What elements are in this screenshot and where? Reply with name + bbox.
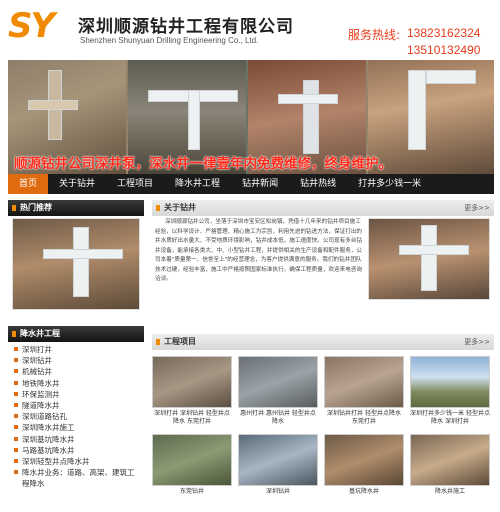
project-card[interactable]: 惠州打井 惠州钻井 轻型井点降水 (238, 356, 318, 426)
nav-price[interactable]: 打井多少钱一米 (347, 174, 432, 194)
categories-title: 降水井工程 (20, 329, 60, 338)
project-caption[interactable]: 深圳钻井打井 轻型井点降水 东莞打井 (324, 410, 404, 426)
project-image[interactable] (324, 356, 404, 408)
hot-recommend-title: 热门推荐 (20, 203, 52, 212)
category-item[interactable]: 深圳轻型井点降水井 (12, 456, 140, 467)
category-item[interactable]: 降水井业务：道路、高架、建筑工程降水 (12, 467, 140, 489)
category-item[interactable]: 深圳降水井施工 (12, 422, 140, 433)
hotline-number-2: 13510132490 (407, 43, 481, 57)
category-item[interactable]: 马路基坑降水井 (12, 445, 140, 456)
project-card[interactable]: 深圳钻井 (238, 434, 318, 496)
nav-hotline[interactable]: 钻井热线 (289, 174, 347, 194)
project-image[interactable] (238, 434, 318, 486)
project-image[interactable] (238, 356, 318, 408)
categories-header: 降水井工程 (8, 326, 144, 342)
project-card[interactable]: 深圳打井多少钱一米 轻型井点降水 深圳打井 (410, 356, 490, 426)
category-item[interactable]: 深圳钻井 (12, 355, 140, 366)
category-item[interactable]: 隧道降水井 (12, 400, 140, 411)
about-text: 深圳顺源钻井公司，坐落于深圳市宝安区松岗镇，凭借十几年来的钻井项目施工经验，以科… (155, 219, 362, 282)
company-name-en: Shenzhen Shunyuan Drilling Engineering C… (80, 36, 259, 45)
about-title: 关于钻井 (164, 203, 196, 212)
project-card[interactable]: 深圳钻井打井 轻型井点降水 东莞打井 (324, 356, 404, 426)
main-nav: 首页 关于钻井 工程项目 降水井工程 钻井新闻 钻井热线 打井多少钱一米 (8, 174, 494, 194)
banner-slogan: 顺源钻井公司深井泵，深水井一律壹年内免费维修，终身维护。 (14, 156, 392, 172)
nav-about[interactable]: 关于钻井 (48, 174, 106, 194)
hotline-number-1: 13823162324 (407, 26, 481, 40)
project-caption[interactable]: 深圳打井 深圳钻井 轻型井点降水 东莞打井 (152, 410, 232, 426)
nav-home[interactable]: 首页 (8, 174, 49, 194)
projects-title: 工程项目 (164, 337, 196, 346)
hotline-label: 服务热线: (348, 28, 401, 42)
projects-header: 工程项目 更多>> (152, 334, 494, 350)
category-list: 深圳打井 深圳钻井 机械钻井 地铁降水井 环保监测井 隧道降水井 深圳道路钻孔 … (12, 344, 140, 489)
company-name-cn: 深圳顺源钻井工程有限公司 (78, 17, 294, 37)
project-caption[interactable]: 深圳打井多少钱一米 轻型井点降水 深圳打井 (410, 410, 490, 426)
hotline-numbers: 13823162324 13510132490 (407, 25, 480, 59)
banner: 顺源钻井公司深井泵，深水井一律壹年内免费维修，终身维护。 (8, 60, 494, 174)
project-card[interactable]: 深圳打井 深圳钻井 轻型井点降水 东莞打井 (152, 356, 232, 426)
hot-recommend-header: 热门推荐 (8, 200, 144, 216)
project-image[interactable] (410, 356, 490, 408)
about-more-link[interactable]: 更多>> (464, 200, 490, 216)
about-image[interactable] (368, 218, 490, 300)
project-caption[interactable]: 深圳钻井 (238, 488, 318, 496)
project-image[interactable] (410, 434, 490, 486)
project-image[interactable] (324, 434, 404, 486)
category-item[interactable]: 深圳道路钻孔 (12, 411, 140, 422)
hot-recommend-image[interactable] (12, 218, 140, 310)
project-caption[interactable]: 惠州打井 惠州钻井 轻型井点降水 (238, 410, 318, 426)
project-card[interactable]: 降水井施工 (410, 434, 490, 496)
project-image[interactable] (152, 434, 232, 486)
category-item[interactable]: 深圳打井 (12, 344, 140, 355)
project-card[interactable]: 东莞钻井 (152, 434, 232, 496)
nav-projects[interactable]: 工程项目 (106, 174, 164, 194)
project-image[interactable] (152, 356, 232, 408)
nav-news[interactable]: 钻井新闻 (231, 174, 289, 194)
projects-more-link[interactable]: 更多>> (464, 334, 490, 350)
logo[interactable]: SY (8, 6, 55, 46)
project-caption[interactable]: 降水井施工 (410, 488, 490, 496)
nav-dewatering[interactable]: 降水井工程 (164, 174, 231, 194)
category-item[interactable]: 深圳基坑降水井 (12, 434, 140, 445)
category-item[interactable]: 机械钻井 (12, 366, 140, 377)
project-caption[interactable]: 东莞钻井 (152, 488, 232, 496)
project-caption[interactable]: 基坑降水井 (324, 488, 404, 496)
category-item[interactable]: 环保监测井 (12, 389, 140, 400)
header: SY 深圳顺源钻井工程有限公司 Shenzhen Shunyuan Drilli… (0, 0, 500, 58)
about-header: 关于钻井 更多>> (152, 200, 494, 216)
project-card[interactable]: 基坑降水井 (324, 434, 404, 496)
category-item[interactable]: 地铁降水井 (12, 378, 140, 389)
